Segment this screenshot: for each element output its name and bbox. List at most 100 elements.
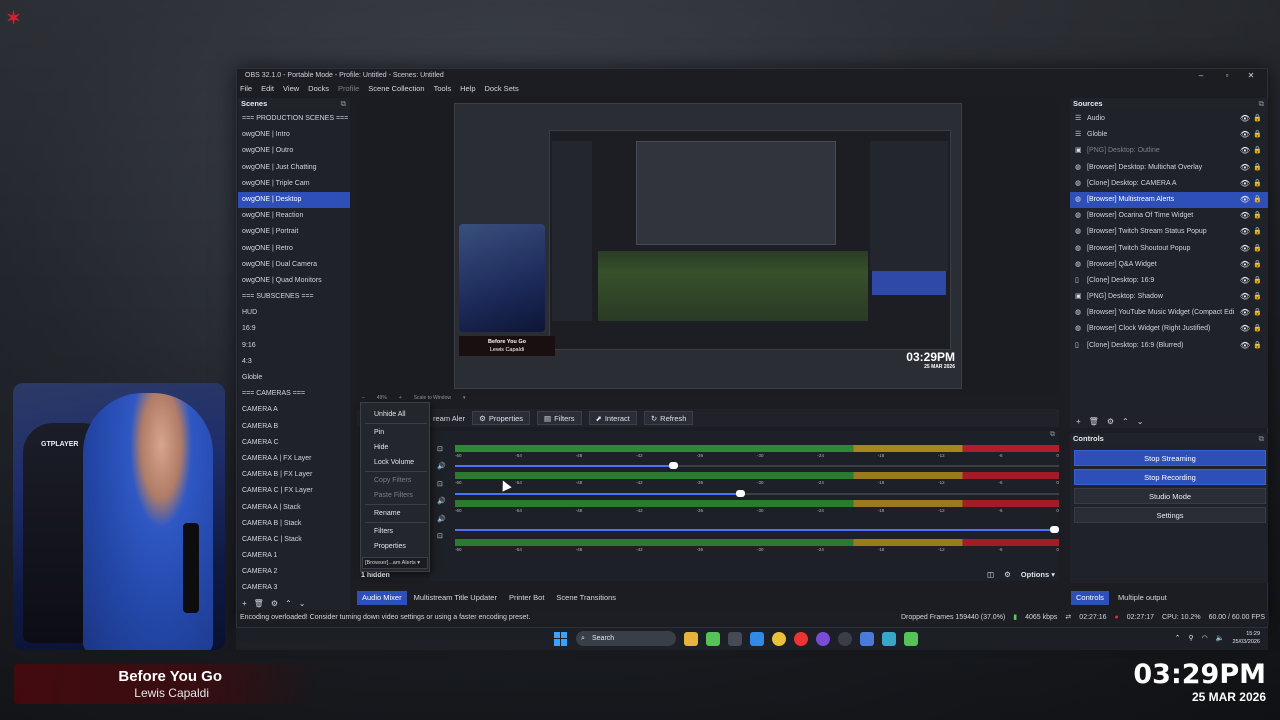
eye-icon[interactable]: 👁 [1240,241,1250,257]
interact-button[interactable]: ⬈ Interact [588,411,637,425]
zoom-out-icon[interactable]: – [362,395,365,401]
taskbar-search[interactable]: ⌕ Search [576,631,676,646]
volume-knob[interactable] [735,490,745,497]
scene-filters-icon[interactable]: ⚙ [271,599,278,608]
add-scene-icon[interactable]: + [242,599,247,608]
menu-item-hide[interactable]: Hide [374,444,388,451]
source-select[interactable]: [Browser]...am Alerts ▾ [362,557,428,569]
undock-icon[interactable]: ⧉ [1259,98,1264,109]
menu-dock-sets[interactable]: Dock Sets [485,83,519,95]
scene-item[interactable]: owgONE | Outro [238,143,350,159]
lock-icon[interactable]: 🔒 [1253,241,1262,257]
scene-item[interactable]: Globle [238,370,350,386]
refresh-button[interactable]: ↻ Refresh [643,411,694,425]
source-item[interactable]: ☰ Globle 👁 🔒 [1070,127,1268,143]
speaker-icon[interactable]: 🔊 [437,515,449,523]
app-icon[interactable] [860,631,874,646]
scene-item[interactable]: owgONE | Triple Cam [238,176,350,192]
volume-slider[interactable] [455,526,1059,533]
lock-icon[interactable]: 🔒 [1253,208,1262,224]
menu-item-unhide-all[interactable]: Unhide All [374,411,406,418]
usb-icon[interactable]: ⚲ [1189,634,1194,642]
dock-tab[interactable]: Scene Transitions [551,591,621,605]
scene-item[interactable]: owgONE | Portrait [238,224,350,240]
speaker-icon[interactable]: 🔊 [437,497,449,505]
scene-item[interactable]: 9:16 [238,338,350,354]
menu-item-properties[interactable]: Properties [374,543,406,550]
scene-item[interactable]: 16:9 [238,321,350,337]
menu-file[interactable]: File [240,83,252,95]
scene-item[interactable]: CAMERA A [238,402,350,418]
dock-tab[interactable]: Multistream Title Updater [409,591,502,605]
menu-tools[interactable]: Tools [434,83,452,95]
scene-item[interactable]: CAMERA C [238,435,350,451]
menu-scene-collection[interactable]: Scene Collection [368,83,424,95]
dock-tab[interactable]: Multiple output [1113,591,1172,605]
eye-icon[interactable]: 👁 [1240,289,1250,305]
properties-button[interactable]: ⚙ Properties [472,411,531,425]
lock-icon[interactable]: 🔒 [1253,111,1262,127]
scene-item[interactable]: owgONE | Dual Camera [238,257,350,273]
scene-item[interactable]: CAMERA 3 [238,580,350,596]
menu-item-filters[interactable]: Filters [374,528,393,535]
menu-help[interactable]: Help [460,83,475,95]
scene-item[interactable]: CAMERA B | FX Layer [238,467,350,483]
eye-icon[interactable]: 👁 [1240,257,1250,273]
scale-dropdown-icon[interactable]: ▾ [463,395,466,401]
volume-slider[interactable] [455,490,1059,497]
eye-icon[interactable]: 👁 [1240,111,1250,127]
eye-icon[interactable]: 👁 [1240,176,1250,192]
source-item[interactable]: ◍ [Browser] Desktop: Multichat Overlay 👁 🔒 [1070,160,1268,176]
scene-item[interactable]: owgONE | Just Chatting [238,160,350,176]
lock-icon[interactable]: 🔒 [1253,143,1262,159]
eye-icon[interactable]: 👁 [1240,305,1250,321]
app-icon[interactable] [706,631,720,646]
studio-mode-button[interactable]: Studio Mode [1074,488,1266,504]
lock-icon[interactable]: 🔒 [1253,273,1262,289]
layout-icon[interactable]: ◫ [987,570,994,579]
move-up-icon[interactable]: ⌃ [1122,417,1129,426]
wifi-icon[interactable]: ◠ [1202,634,1208,642]
stop-streaming-button[interactable]: Stop Streaming [1074,450,1266,466]
volume-icon[interactable]: 🔈 [1216,634,1225,642]
source-item[interactable]: ◍ [Browser] Twitch Stream Status Popup 👁 🔒 [1070,224,1268,240]
scene-item[interactable]: CAMERA A | Stack [238,500,350,516]
undock-icon[interactable]: ⧉ [341,98,346,109]
scale-to-window[interactable]: Scale to Window [414,395,451,401]
app-icon[interactable] [882,631,896,646]
eye-icon[interactable]: 👁 [1240,160,1250,176]
lock-icon[interactable]: ⊡ [437,532,449,540]
menu-profile[interactable]: Profile [338,83,359,95]
lock-icon[interactable]: 🔒 [1253,305,1262,321]
source-item[interactable]: ◍ [Browser] Clock Widget (Right Justified… [1070,321,1268,337]
scene-item[interactable]: owgONE | Retro [238,241,350,257]
scene-item[interactable]: CAMERA B | Stack [238,516,350,532]
scene-item[interactable]: owgONE | Reaction [238,208,350,224]
source-item[interactable]: ☰ Audio 👁 🔒 [1070,111,1268,127]
source-item[interactable]: ▣ [PNG] Desktop: Shadow 👁 🔒 [1070,289,1268,305]
eye-icon[interactable]: 👁 [1240,192,1250,208]
lock-icon[interactable]: 🔒 [1253,321,1262,337]
menu-edit[interactable]: Edit [261,83,274,95]
volume-knob[interactable] [669,462,679,469]
source-item[interactable]: ◍ [Clone] Desktop: CAMERA A 👁 🔒 [1070,176,1268,192]
app-icon[interactable] [816,631,830,646]
scene-item[interactable]: === CAMERAS === [238,386,350,402]
mixer-settings-icon[interactable]: ⚙ [1004,570,1011,579]
scene-item[interactable]: owgONE | Intro [238,127,350,143]
move-down-icon[interactable]: ⌄ [1137,417,1144,426]
options-button[interactable]: Options ▾ [1021,570,1055,579]
lock-icon[interactable]: ⊡ [437,480,449,488]
source-item[interactable]: ◍ [Browser] Ocarina Of Time Widget 👁 🔒 [1070,208,1268,224]
scene-item[interactable]: HUD [238,305,350,321]
zoom-in-icon[interactable]: + [399,395,402,401]
scene-item[interactable]: owgONE | Desktop [238,191,350,209]
move-down-icon[interactable]: ⌄ [299,599,306,608]
source-item[interactable]: ◍ [Browser] Q&A Widget 👁 🔒 [1070,257,1268,273]
menu-item-copy-filters[interactable]: Copy Filters [374,477,411,484]
settings-button[interactable]: Settings [1074,507,1266,523]
scene-item[interactable]: CAMERA B [238,419,350,435]
source-item[interactable]: ▣ [PNG] Desktop: Outline 👁 🔒 [1070,143,1268,159]
stop-recording-button[interactable]: Stop Recording [1074,469,1266,485]
eye-icon[interactable]: 👁 [1240,208,1250,224]
